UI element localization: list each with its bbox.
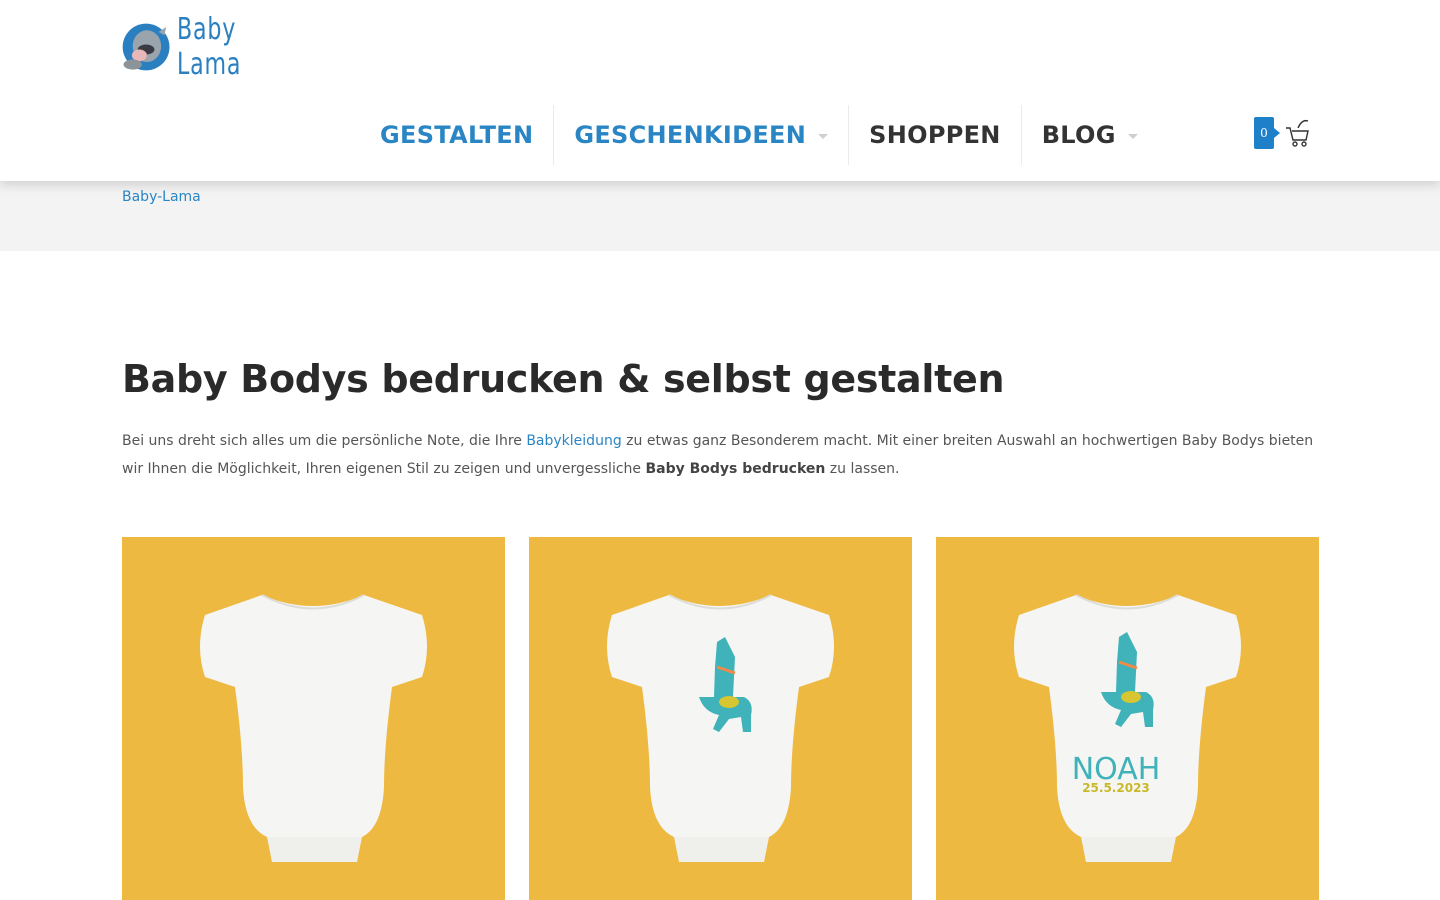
babykleidung-link[interactable]: Babykleidung — [526, 433, 621, 449]
intro-paragraph: Bei uns dreht sich alles um die persönli… — [122, 427, 1322, 483]
nav-item-shoppen[interactable]: SHOPPEN — [848, 105, 1021, 165]
product-card-llama[interactable] — [529, 537, 912, 900]
llama-logo-icon — [122, 23, 170, 71]
product-card-plain[interactable] — [122, 537, 505, 900]
main-navigation: GESTALTEN GESCHENKIDEEN SHOPPEN BLOG — [360, 105, 1158, 165]
baby-body-plain-image — [200, 594, 427, 862]
site-header: Baby Lama GESTALTEN GESCHENKIDEEN SHOPPE… — [0, 0, 1440, 181]
dropdown-caret-icon — [1127, 133, 1138, 139]
cart-button[interactable]: 0 — [1254, 117, 1310, 149]
nav-item-gestalten[interactable]: GESTALTEN — [360, 105, 553, 165]
nav-item-label: BLOG — [1041, 121, 1116, 149]
breadcrumb-home-link[interactable]: Baby-Lama — [122, 189, 201, 205]
page-title: Baby Bodys bedrucken & selbst gestalten — [122, 357, 1005, 401]
print-date-text: 25.5.2023 — [1082, 781, 1150, 795]
baby-body-llama-image — [607, 594, 834, 862]
shopping-cart-icon — [1286, 119, 1309, 147]
nav-item-blog[interactable]: BLOG — [1020, 105, 1158, 165]
baby-body-llama-name-image: NOAH 25.5.2023 — [1014, 594, 1241, 862]
intro-bold-text: Baby Bodys bedrucken — [645, 461, 826, 477]
intro-text: zu lassen. — [825, 461, 900, 477]
cart-count-badge: 0 — [1254, 117, 1280, 149]
nav-item-geschenkideen[interactable]: GESCHENKIDEEN — [553, 105, 848, 165]
nav-item-label: GESCHENKIDEEN — [574, 121, 807, 149]
product-grid: NOAH 25.5.2023 — [122, 537, 1319, 900]
brand-name: Baby Lama — [177, 12, 242, 82]
intro-text: Bei uns dreht sich alles um die persönli… — [122, 433, 527, 449]
product-card-llama-name[interactable]: NOAH 25.5.2023 — [936, 537, 1319, 900]
nav-item-label: SHOPPEN — [869, 121, 1001, 149]
brand-logo[interactable]: Baby Lama — [121, 12, 311, 82]
dropdown-caret-icon — [818, 133, 829, 139]
breadcrumb-band: Baby-Lama — [0, 181, 1440, 251]
nav-item-label: GESTALTEN — [380, 121, 534, 149]
